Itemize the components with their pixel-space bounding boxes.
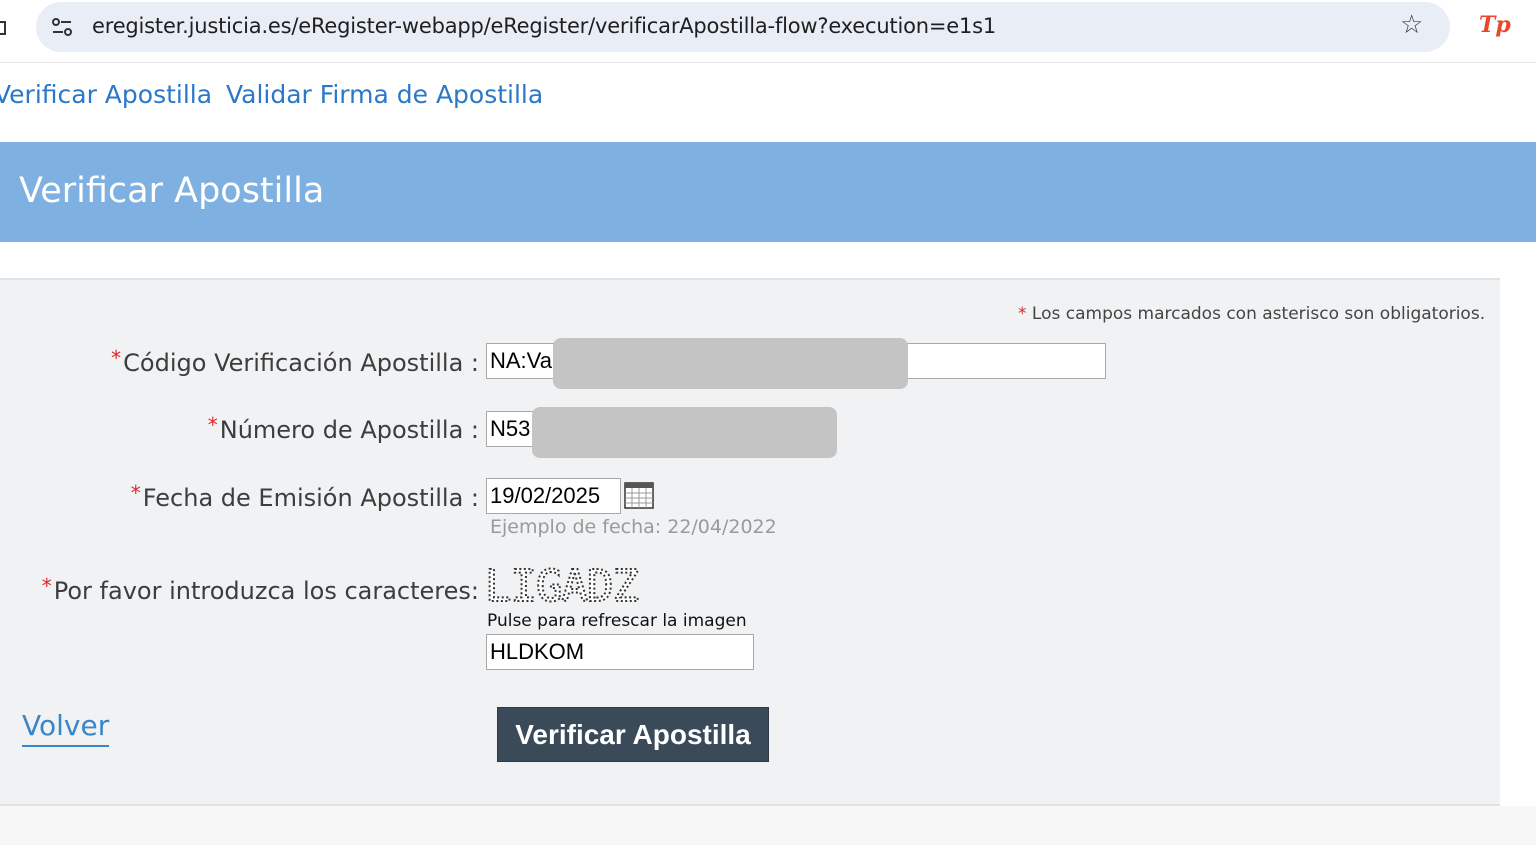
redacted-overlay bbox=[553, 338, 908, 389]
required-asterisk: * bbox=[1018, 304, 1027, 324]
required-asterisk: * bbox=[207, 413, 218, 437]
captcha-label-text: Por favor introduzca los caracteres: bbox=[53, 577, 479, 605]
required-fields-note: * Los campos marcados con asterisco son … bbox=[1018, 304, 1485, 324]
required-asterisk: * bbox=[130, 481, 141, 505]
page-footer-area bbox=[0, 806, 1536, 845]
bookmark-star-icon[interactable]: ☆ bbox=[1400, 12, 1423, 38]
back-link[interactable]: Volver bbox=[22, 711, 110, 747]
numero-apostilla-label: *Número de Apostilla : bbox=[208, 413, 479, 444]
redacted-overlay bbox=[532, 407, 837, 458]
captcha-image[interactable]: LIGADZ bbox=[485, 560, 705, 608]
numero-apostilla-label-text: Número de Apostilla : bbox=[219, 416, 479, 444]
browser-tab-edge[interactable] bbox=[0, 21, 6, 35]
nav-link-validar-firma[interactable]: Validar Firma de Apostilla bbox=[226, 80, 543, 109]
captcha-refresh-link[interactable]: Pulse para refrescar la imagen bbox=[487, 611, 747, 631]
codigo-verificacion-label-text: Código Verificación Apostilla : bbox=[123, 349, 479, 377]
extension-icon[interactable]: Tp bbox=[1479, 12, 1511, 38]
captcha-input[interactable]: HLDKOM bbox=[486, 634, 754, 670]
captcha-label: *Por favor introduzca los caracteres: bbox=[42, 574, 479, 605]
svg-text:LIGADZ: LIGADZ bbox=[485, 561, 638, 608]
toolbar-divider bbox=[0, 62, 1536, 63]
page-title: Verificar Apostilla bbox=[19, 171, 325, 211]
date-example-hint: Ejemplo de fecha: 22/04/2022 bbox=[490, 516, 777, 538]
required-asterisk: * bbox=[111, 346, 122, 370]
required-asterisk: * bbox=[41, 574, 52, 598]
required-note-text: Los campos marcados con asterisco son ob… bbox=[1031, 304, 1486, 324]
calendar-icon[interactable] bbox=[624, 481, 654, 509]
codigo-verificacion-label: *Código Verificación Apostilla : bbox=[111, 346, 479, 377]
verify-apostille-button[interactable]: Verificar Apostilla bbox=[497, 707, 769, 762]
nav-link-verificar-apostilla[interactable]: Verificar Apostilla bbox=[0, 80, 212, 109]
fecha-emision-label: *Fecha de Emisión Apostilla : bbox=[131, 481, 479, 512]
site-settings-icon[interactable] bbox=[50, 15, 74, 39]
url-text[interactable]: eregister.justicia.es/eRegister-webapp/e… bbox=[92, 14, 996, 38]
fecha-emision-label-text: Fecha de Emisión Apostilla : bbox=[142, 484, 479, 512]
fecha-emision-input[interactable]: 19/02/2025 bbox=[486, 478, 621, 514]
